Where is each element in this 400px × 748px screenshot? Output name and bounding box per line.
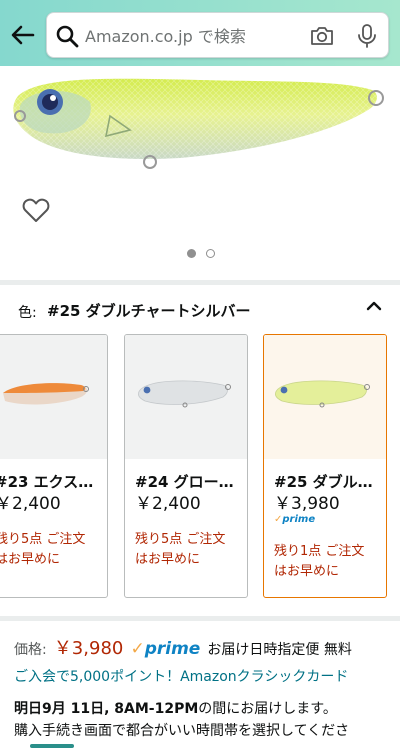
prime-badge: ✓prime xyxy=(130,639,200,659)
color-option-price: ￥2,400 xyxy=(0,494,61,514)
section-divider xyxy=(0,280,400,285)
delivery-instruction: 購入手続き画面で都合がいい時間帯を選択してくださ xyxy=(14,723,350,739)
stock-line: 残り5点 ご注文 xyxy=(0,532,86,547)
price-row: 価格: ￥3,980 ✓prime お届け日時指定便 無料 xyxy=(14,634,394,659)
bottom-indicator xyxy=(30,744,74,748)
delivery-line: 明日9月 11日, 8AM-12PMの間にお届けします。 xyxy=(14,698,390,720)
microphone-icon[interactable] xyxy=(356,23,378,49)
stock-line: はお早めに xyxy=(0,552,61,567)
color-option-image xyxy=(0,335,107,459)
color-option-price: ￥2,400 xyxy=(135,494,201,514)
prime-check-icon: ✓ xyxy=(130,639,145,659)
color-option-image xyxy=(125,335,247,459)
delivery-text: の間にお届けします。 xyxy=(198,701,337,717)
color-selector-header[interactable]: 色: #25 ダブルチャートシルバー xyxy=(0,294,400,326)
stock-line: 残り5点 ご注文 xyxy=(135,532,226,547)
lure-chartreuse-thumbnail xyxy=(274,380,370,408)
product-price: ￥3,980 xyxy=(53,638,124,659)
color-option-image xyxy=(264,335,386,459)
selected-color-name: #25 ダブルチャートシルバー xyxy=(47,302,251,320)
color-option-card[interactable]: #24 グロー… ￥2,400 残り5点 ご注文 はお早めに xyxy=(124,334,248,598)
credit-card-points-link[interactable]: ご入会で5,000ポイント！Amazonクラシックカード xyxy=(14,666,348,686)
lure-silver-thumbnail xyxy=(137,380,231,408)
prime-badge: ✓prime xyxy=(274,514,315,525)
price-label: 価格: xyxy=(14,642,47,658)
search-icon xyxy=(56,25,79,48)
camera-icon[interactable] xyxy=(309,24,335,48)
product-lure-image xyxy=(13,78,384,169)
color-option-card-selected[interactable]: #25 ダブル… ￥3,980 ✓prime 残り1点 ご注文 はお早めに xyxy=(263,334,387,598)
product-image-gallery[interactable] xyxy=(0,66,400,278)
pagination-dot-active[interactable] xyxy=(187,249,196,258)
color-option-card[interactable]: #23 エクス… ￥2,400 残り5点 ご注文 はお早めに xyxy=(0,334,108,598)
top-bar xyxy=(0,0,400,66)
delivery-date: 明日9月 11日, 8AM-12PM xyxy=(14,701,199,717)
search-input[interactable] xyxy=(85,21,300,51)
search-box[interactable] xyxy=(46,12,389,58)
stock-warning: 残り5点 ご注文 はお早めに xyxy=(135,530,247,570)
stock-line: はお早めに xyxy=(274,564,340,579)
stock-line: 残り1点 ご注文 xyxy=(274,544,365,559)
color-label: 色: xyxy=(18,305,37,321)
pagination-dot[interactable] xyxy=(206,249,215,258)
prime-text: prime xyxy=(282,514,316,525)
lure-orange-thumbnail xyxy=(3,383,89,405)
delivery-option: お届け日時指定便 無料 xyxy=(207,642,352,658)
chevron-up-icon[interactable] xyxy=(364,296,384,316)
stock-warning: 残り5点 ご注文 はお早めに xyxy=(0,530,107,570)
favorite-heart-icon[interactable] xyxy=(22,197,50,223)
stock-line: はお早めに xyxy=(135,552,201,567)
stock-warning: 残り1点 ご注文 はお早めに xyxy=(274,542,386,582)
back-arrow-icon[interactable] xyxy=(8,20,38,50)
section-divider xyxy=(0,616,400,621)
delivery-estimate: 明日9月 11日, 8AM-12PMの間にお届けします。 購入手続き画面で都合が… xyxy=(14,698,390,742)
gallery-pagination-dots[interactable] xyxy=(185,249,217,259)
color-option-price: ￥3,980 xyxy=(274,494,340,514)
prime-text: prime xyxy=(144,639,201,659)
